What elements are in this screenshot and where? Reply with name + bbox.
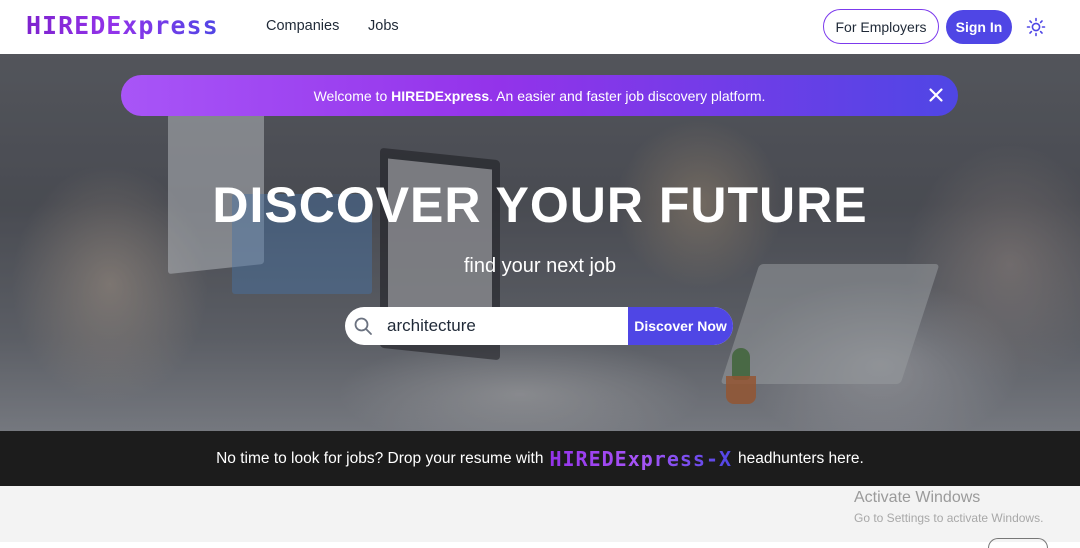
hero-section: Welcome to HIREDExpress . An easier and … [0,54,1080,431]
activate-windows-title: Activate Windows [854,489,981,506]
search-icon [354,317,372,335]
strip-suffix: headhunters here. [738,449,864,467]
discover-now-button[interactable]: Discover Now [628,307,733,345]
job-search-bar: Discover Now [345,307,733,345]
activate-windows-subtitle: Go to Settings to activate Windows. [854,511,1044,525]
partial-button[interactable] [988,538,1048,548]
welcome-banner: Welcome to HIREDExpress . An easier and … [121,75,958,116]
nav-companies[interactable]: Companies [266,18,339,34]
banner-brand: HIREDExpress [391,87,490,104]
hero-subtitle: find your next job [463,255,617,277]
site-header: HIREDExpress Companies Jobs For Employer… [0,0,1080,54]
hero-title: DISCOVER YOUR FUTURE [212,177,868,233]
logo[interactable]: HIREDExpress [26,11,219,40]
sign-in-button[interactable]: Sign In [946,10,1012,44]
banner-prefix: Welcome to [313,87,392,104]
banner-suffix: . An easier and faster job discovery pla… [489,87,766,104]
resume-strip[interactable]: No time to look for jobs? Drop your resu… [0,431,1080,486]
strip-prefix: No time to look for jobs? Drop your resu… [216,449,544,467]
for-employers-button[interactable]: For Employers [823,9,939,44]
strip-brand[interactable]: HIREDExpress-X [549,447,732,471]
close-icon[interactable] [926,85,946,105]
search-input[interactable] [387,307,627,345]
sun-icon[interactable] [1026,17,1046,37]
nav-jobs[interactable]: Jobs [368,18,399,34]
